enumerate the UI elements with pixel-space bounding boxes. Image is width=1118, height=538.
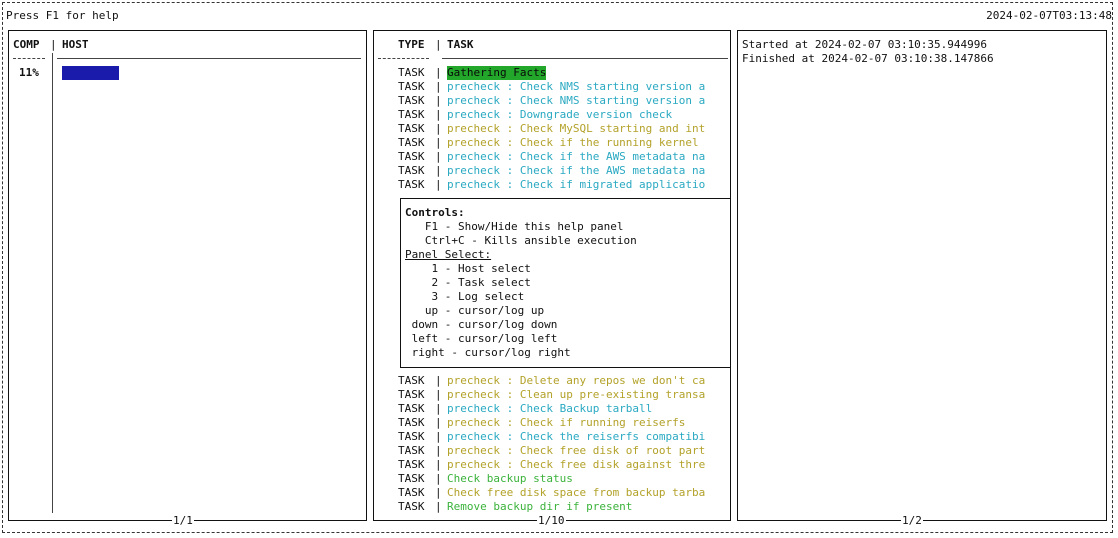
task-name: precheck : Check the reiserfs compatibi — [447, 430, 706, 443]
help-line: up - cursor/log up — [405, 304, 545, 317]
comp-column-header: COMP — [13, 38, 40, 51]
task-type: TASK — [398, 472, 425, 485]
help-hint: Press F1 for help — [6, 9, 119, 22]
task-type: TASK — [398, 94, 425, 107]
log-panel-pager: 1/2 — [901, 514, 923, 528]
task-type: TASK — [398, 80, 425, 93]
panel-select-label: Panel Select: — [405, 248, 492, 261]
task-name: precheck : Check MySQL starting and int — [447, 122, 706, 135]
task-type: TASK — [398, 122, 425, 135]
column-divider: | — [435, 164, 442, 177]
column-divider: | — [435, 388, 442, 401]
column-divider: | — [435, 108, 442, 121]
help-line: F1 - Show/Hide this help panel — [405, 220, 624, 233]
help-line: right - cursor/log right — [405, 346, 571, 359]
task-name: Check free disk space from backup tarba — [447, 486, 706, 499]
column-divider: | — [435, 500, 442, 513]
column-divider: | — [435, 122, 442, 135]
column-divider: | — [435, 402, 442, 415]
task-type: TASK — [398, 416, 425, 429]
column-divider: | — [435, 416, 442, 429]
task-name: precheck : Check NMS starting version a — [447, 94, 706, 107]
task-name: Gathering Facts — [447, 66, 547, 80]
help-line: 1 - Host select — [405, 262, 531, 275]
task-name: precheck : Check if migrated applicatio — [447, 178, 706, 191]
type-column-header: TYPE — [398, 38, 425, 51]
column-divider: | — [435, 472, 442, 485]
host-row-selected[interactable]: 10.0.0.1 — [62, 66, 119, 80]
host-comp-percent: 11% — [19, 66, 39, 79]
task-type: TASK — [398, 458, 425, 471]
header-rule — [378, 58, 429, 59]
host-column-header: HOST — [62, 38, 89, 51]
host-panel[interactable]: COMP | HOST 11% 10.0.0.1 1/1 — [8, 30, 367, 528]
host-panel-pager: 1/1 — [172, 514, 194, 528]
task-panel-pager: 1/10 — [537, 514, 566, 528]
column-divider: | — [50, 38, 57, 51]
column-divider: | — [435, 66, 442, 79]
column-divider: | — [435, 38, 442, 51]
task-name: precheck : Clean up pre-existing transa — [447, 388, 706, 401]
help-line: 2 - Task select — [405, 276, 531, 289]
help-line: left - cursor/log left — [405, 332, 558, 345]
task-name: Check backup status — [447, 472, 573, 485]
task-name: precheck : Check if the AWS metadata na — [447, 164, 706, 177]
task-type: TASK — [398, 178, 425, 191]
help-title: Controls: — [405, 206, 465, 219]
header-rule — [442, 58, 728, 59]
task-name: precheck : Delete any repos we don't ca — [447, 374, 706, 387]
task-type: TASK — [398, 108, 425, 121]
task-type: TASK — [398, 164, 425, 177]
log-line: Finished at 2024-02-07 03:10:38.147866 — [742, 52, 994, 65]
task-name: precheck : Check if the running kernel — [447, 136, 699, 149]
task-name: precheck : Check Backup tarball — [447, 402, 653, 415]
task-type: TASK — [398, 430, 425, 443]
task-name: precheck : Check free disk against thre — [447, 458, 706, 471]
task-type: TASK — [398, 388, 425, 401]
column-divider: | — [435, 486, 442, 499]
help-line: down - cursor/log down — [405, 318, 558, 331]
help-line: Ctrl+C - Kills ansible execution — [405, 234, 637, 247]
help-panel: Controls: F1 - Show/Hide this help panel… — [400, 198, 731, 368]
task-column-header: TASK — [447, 38, 474, 51]
task-name: precheck : Check NMS starting version a — [447, 80, 706, 93]
task-name: precheck : Check if the AWS metadata na — [447, 150, 706, 163]
task-name: precheck : Check if running reiserfs — [447, 416, 686, 429]
timestamp: 2024-02-07T03:13:48 — [986, 9, 1112, 22]
task-type: TASK — [398, 66, 425, 79]
task-name: Remove backup dir if present — [447, 500, 633, 513]
column-divider: | — [435, 94, 442, 107]
column-divider-line — [52, 53, 53, 513]
task-type: TASK — [398, 486, 425, 499]
column-divider: | — [435, 136, 442, 149]
column-divider: | — [435, 374, 442, 387]
panel-select-title: Panel Select: — [405, 248, 491, 262]
column-divider: | — [435, 80, 442, 93]
task-type: TASK — [398, 374, 425, 387]
task-type: TASK — [398, 150, 425, 163]
header-rule — [13, 58, 45, 59]
task-name: precheck : Downgrade version check — [447, 108, 673, 121]
help-line: 3 - Log select — [405, 290, 525, 303]
task-type: TASK — [398, 500, 425, 513]
task-name: precheck : Check free disk of root part — [447, 444, 706, 457]
task-type: TASK — [398, 136, 425, 149]
log-panel[interactable]: Started at 2024-02-07 03:10:35.944996 Fi… — [737, 30, 1107, 528]
task-type: TASK — [398, 444, 425, 457]
column-divider: | — [435, 458, 442, 471]
task-type: TASK — [398, 402, 425, 415]
column-divider: | — [435, 444, 442, 457]
column-divider: | — [435, 430, 442, 443]
log-line: Started at 2024-02-07 03:10:35.944996 — [742, 38, 988, 51]
header-rule — [57, 58, 361, 59]
column-divider: | — [435, 178, 442, 191]
column-divider: | — [435, 150, 442, 163]
